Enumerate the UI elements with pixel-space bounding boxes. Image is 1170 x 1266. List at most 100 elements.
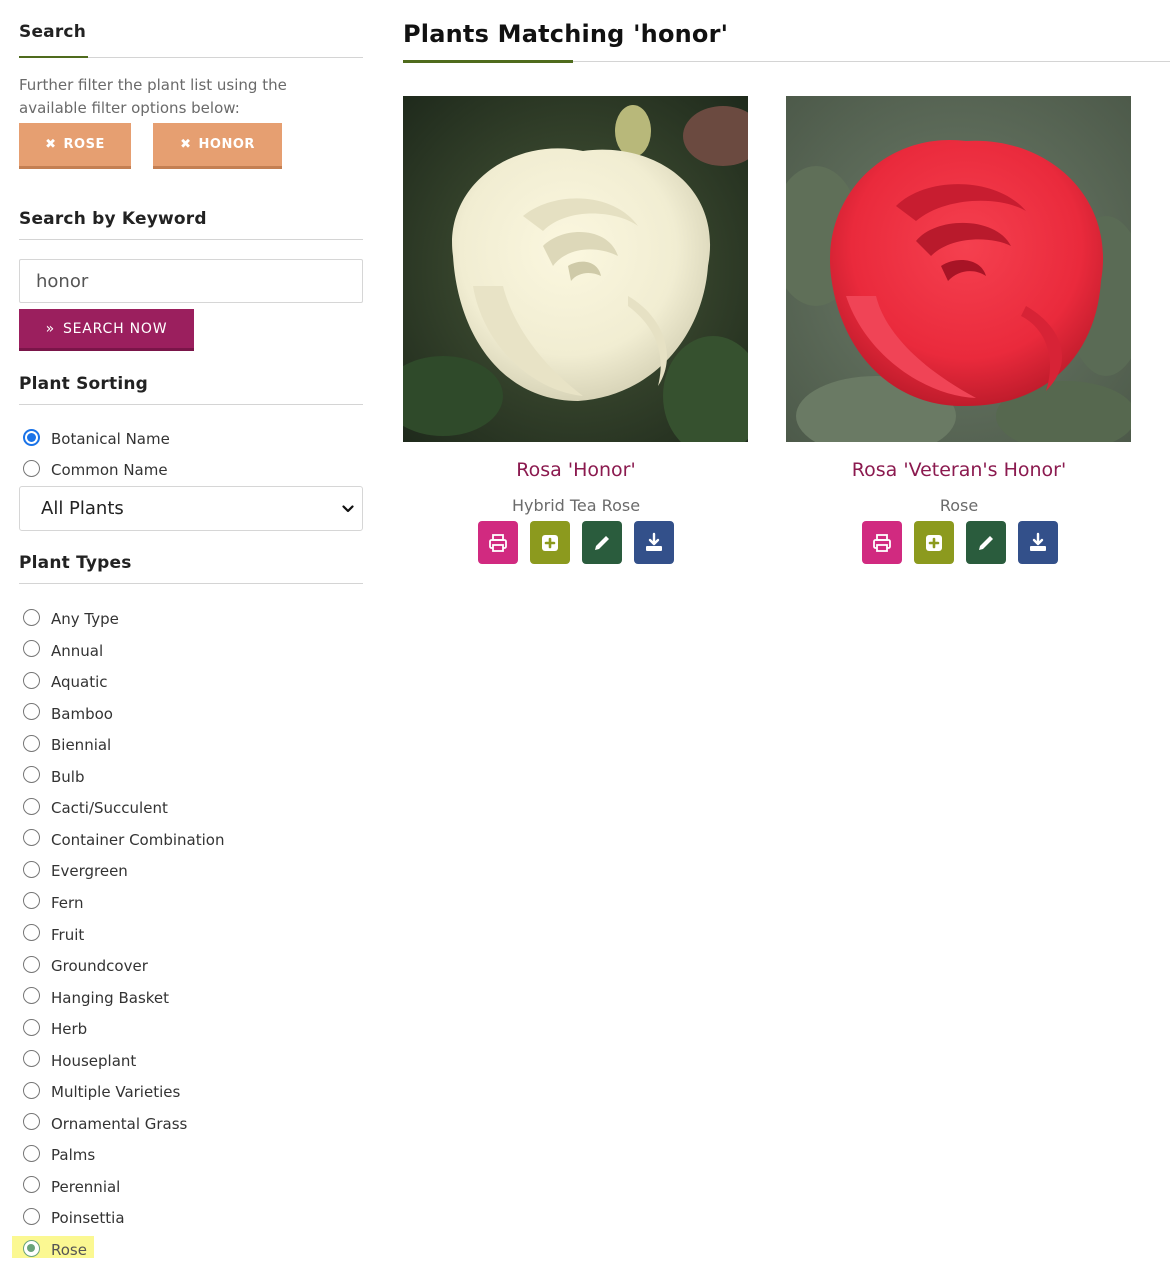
plant-type-radio-container-combination[interactable]: Container Combination [19, 829, 224, 849]
radio-button[interactable] [23, 640, 40, 658]
radio-label: Biennial [51, 736, 112, 755]
keyword-divider [19, 239, 363, 240]
download-icon [1030, 532, 1046, 551]
radio-label: Multiple Varieties [51, 1083, 181, 1102]
add-button[interactable] [914, 521, 954, 564]
edit-button[interactable] [582, 521, 622, 564]
plant-type-radio-biennial[interactable]: Biennial [19, 734, 112, 755]
pencil-icon [979, 535, 993, 550]
plant-filter-select[interactable]: All Plants [19, 486, 363, 531]
close-icon: ✖ [45, 137, 57, 152]
print-button[interactable] [862, 521, 902, 564]
radio-button[interactable] [23, 1018, 40, 1036]
radio-label: Groundcover [51, 957, 148, 976]
radio-button[interactable] [23, 1207, 40, 1225]
plant-name-link[interactable]: Rosa 'Honor' [403, 459, 749, 481]
double-chevron-right-icon: » [45, 320, 55, 337]
plant-photo-red-rose[interactable] [786, 96, 1131, 442]
plant-type-radio-bulb[interactable]: Bulb [19, 766, 85, 786]
plant-type-radio-evergreen[interactable]: Evergreen [19, 860, 128, 881]
plant-type-radio-rose[interactable]: Rose [19, 1239, 87, 1259]
radio-label: Aquatic [51, 673, 108, 692]
radio-label: Fern [51, 893, 84, 912]
filter-chip-label: ROSE [63, 137, 105, 152]
close-icon: ✖ [180, 137, 192, 152]
search-now-button[interactable]: » SEARCH NOW [19, 309, 194, 351]
remove-filter-honor-button[interactable]: ✖ HONOR [153, 123, 282, 169]
radio-label: Herb [51, 1020, 88, 1039]
radio-button[interactable] [23, 459, 40, 477]
plant-type-radio-herb[interactable]: Herb [19, 1018, 88, 1039]
plant-type-radio-poinsettia[interactable]: Poinsettia [19, 1207, 125, 1227]
radio-label: Evergreen [51, 862, 128, 881]
keyword-input[interactable] [19, 259, 363, 303]
radio-button[interactable] [23, 924, 40, 941]
radio-button[interactable] [23, 428, 40, 446]
plant-type-radio-bamboo[interactable]: Bamboo [19, 703, 113, 723]
radio-button[interactable] [23, 1144, 40, 1162]
plant-name-link[interactable]: Rosa 'Veteran's Honor' [786, 459, 1132, 481]
pencil-icon [595, 535, 609, 550]
radio-button[interactable] [23, 955, 40, 973]
radio-button[interactable] [23, 829, 40, 847]
plus-square-icon [542, 534, 558, 551]
radio-label: Ornamental Grass [51, 1114, 188, 1133]
add-button[interactable] [530, 521, 570, 564]
radio-button[interactable] [23, 860, 40, 878]
chevron-down-icon [342, 504, 354, 512]
plant-type-radio-aquatic[interactable]: Aquatic [19, 671, 108, 692]
sort-common-radio[interactable]: Common Name [19, 459, 168, 479]
plant-photo-white-rose[interactable] [403, 96, 748, 442]
radio-button[interactable] [23, 766, 40, 784]
radio-label: Bamboo [51, 704, 113, 723]
plant-type-radio-houseplant[interactable]: Houseplant [19, 1050, 137, 1070]
plant-type-radio-cacti-succulent[interactable]: Cacti/Succulent [19, 797, 168, 817]
radio-label: Any Type [51, 610, 119, 628]
download-icon [646, 532, 662, 551]
plant-card: Rosa 'Honor' Hybrid Tea Rose [403, 96, 749, 564]
radio-button[interactable] [23, 987, 40, 1005]
radio-label: Hanging Basket [51, 988, 170, 1007]
search-divider [19, 56, 363, 58]
radio-label: Houseplant [51, 1051, 137, 1070]
radio-label: Common Name [51, 461, 168, 479]
download-button[interactable] [1018, 521, 1058, 564]
radio-label: Fruit [51, 925, 85, 944]
radio-button[interactable] [23, 892, 40, 910]
plant-type-radio-palms[interactable]: Palms [19, 1144, 95, 1164]
plant-type-radio-hanging-basket[interactable]: Hanging Basket [19, 987, 170, 1007]
radio-button[interactable] [23, 797, 40, 815]
radio-button[interactable] [23, 671, 40, 689]
keyword-title: Search by Keyword [19, 209, 207, 229]
radio-button[interactable] [23, 1113, 40, 1131]
plant-type-radio-fern[interactable]: Fern [19, 892, 84, 912]
plant-type-radio-ornamental-grass[interactable]: Ornamental Grass [19, 1113, 188, 1133]
edit-button[interactable] [966, 521, 1006, 564]
print-button[interactable] [478, 521, 518, 564]
radio-button[interactable] [23, 734, 40, 752]
radio-button[interactable] [23, 1081, 40, 1099]
print-icon [489, 533, 507, 552]
radio-button[interactable] [23, 608, 40, 626]
radio-button[interactable] [23, 1050, 40, 1068]
radio-button[interactable] [23, 1239, 40, 1257]
plant-type-radio-fruit[interactable]: Fruit [19, 924, 85, 944]
plus-square-icon [926, 534, 942, 551]
search-title: Search [19, 22, 87, 42]
radio-button[interactable] [23, 1176, 40, 1194]
search-now-label: SEARCH NOW [62, 320, 168, 337]
title-divider [403, 60, 1170, 63]
filter-description: Further filter the plant list using the … [19, 76, 287, 117]
plant-type-radio-perennial[interactable]: Perennial [19, 1176, 120, 1196]
plant-type-radio-multiple-varieties[interactable]: Multiple Varieties [19, 1081, 181, 1102]
plant-type-radio-groundcover[interactable]: Groundcover [19, 955, 148, 976]
remove-filter-rose-button[interactable]: ✖ ROSE [19, 123, 131, 169]
download-button[interactable] [634, 521, 674, 564]
radio-button[interactable] [23, 703, 40, 721]
sorting-title: Plant Sorting [19, 374, 149, 394]
plant-type-radio-annual[interactable]: Annual [19, 640, 103, 660]
plant-type-radio-any-type[interactable]: Any Type [19, 608, 119, 628]
sort-botanical-radio[interactable]: Botanical Name [19, 428, 170, 448]
plant-types-divider [19, 583, 363, 584]
radio-label: Rose [51, 1241, 87, 1259]
